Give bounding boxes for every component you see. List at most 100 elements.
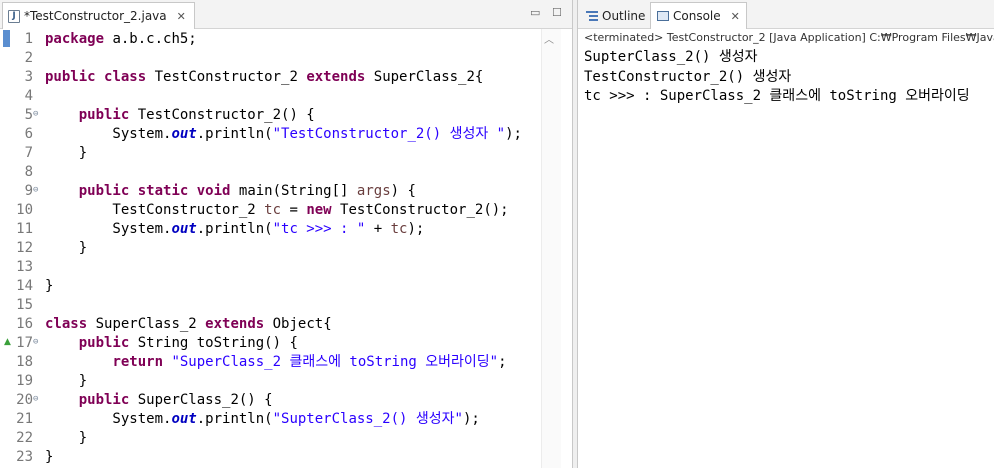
java-file-icon: J: [8, 9, 20, 23]
code-token: new: [306, 202, 332, 218]
code-line[interactable]: 6 System.out.println("TestConstructor_2(…: [0, 125, 560, 144]
console-status: <terminated> TestConstructor_2 [Java App…: [584, 31, 994, 44]
code-text: TestConstructor_2 tc = new TestConstruct…: [45, 201, 509, 220]
line-number: 16: [16, 316, 33, 332]
console-output[interactable]: SupterClass_2() 생성자 TestConstructor_2() 생…: [584, 48, 970, 107]
code-line[interactable]: 20 ⊖ public SuperClass_2() {: [0, 391, 560, 410]
code-line[interactable]: 5 ⊖ public TestConstructor_2() {: [0, 106, 560, 125]
editor-tab-bar: J *TestConstructor_2.java ✕ ▭ ☐: [0, 0, 572, 29]
line-number: 12: [16, 240, 33, 256]
console-icon: [657, 11, 669, 21]
line-number: 13: [16, 259, 33, 275]
close-icon[interactable]: ✕: [177, 10, 186, 23]
code-editor[interactable]: 1 package a.b.c.ch5; 2 3 public class TestCo…: [0, 29, 572, 468]
editor-scrollbar[interactable]: [541, 29, 561, 468]
code-text: public SuperClass_2() {: [45, 391, 273, 410]
line-number: 15: [16, 297, 33, 313]
code-line[interactable]: 10 TestConstructor_2 tc = new TestConstr…: [0, 201, 560, 220]
code-token: static: [137, 183, 189, 199]
line-number: 23: [16, 449, 33, 465]
line-number: 7: [24, 145, 33, 161]
code-token: return: [112, 354, 164, 370]
code-token: }: [45, 449, 54, 465]
code-token: Object{: [264, 316, 332, 332]
maximize-icon[interactable]: ☐: [552, 6, 562, 19]
code-line[interactable]: 16 class SuperClass_2 extends Object{: [0, 315, 560, 334]
code-line[interactable]: 13: [0, 258, 560, 277]
code-token: String toString() {: [129, 335, 298, 351]
code-token: out: [171, 221, 197, 237]
line-number: 4: [24, 88, 33, 104]
code-token: .println(: [196, 126, 273, 142]
tab-console-label: Console: [673, 9, 721, 23]
fold-toggle-icon[interactable]: ⊖: [33, 182, 38, 199]
code-token: ;: [498, 354, 507, 370]
tab-outline[interactable]: Outline: [580, 2, 651, 29]
code-text: }: [45, 429, 87, 448]
console-tab-bar: Outline Console ✕: [578, 0, 994, 29]
code-token: public: [78, 392, 130, 408]
code-token: args: [356, 183, 391, 199]
code-token: tc: [390, 221, 408, 237]
console-output-line: tc >>> : SuperClass_2 클래스에 toString 오버라이…: [584, 88, 970, 104]
fold-toggle-icon[interactable]: ⊖: [33, 334, 38, 351]
code-text: }: [45, 277, 53, 296]
code-token: TestConstructor_2: [146, 69, 307, 85]
outline-icon: [586, 10, 598, 22]
console-output-line: TestConstructor_2() 생성자: [584, 68, 792, 85]
minimize-icon[interactable]: ▭: [530, 6, 540, 19]
code-line[interactable]: 11 System.out.println("tc >>> : " + tc);: [0, 220, 560, 239]
code-line[interactable]: 7 }: [0, 144, 560, 163]
code-line[interactable]: 22 }: [0, 429, 560, 448]
code-text: public static void main(String[] args) {: [45, 182, 416, 201]
code-token: .println(: [196, 411, 273, 427]
code-token: );: [505, 126, 522, 142]
code-token: );: [407, 221, 425, 237]
code-text: class SuperClass_2 extends Object{: [45, 315, 332, 334]
code-token: public: [78, 183, 130, 199]
code-token: }: [45, 145, 88, 161]
code-token: SuperClass_2{: [365, 69, 484, 85]
line-number: 18: [16, 354, 33, 370]
code-line[interactable]: 4: [0, 87, 560, 106]
code-token: System.: [45, 126, 172, 142]
editor-pane: J *TestConstructor_2.java ✕ ▭ ☐ 1 package…: [0, 0, 573, 468]
close-icon[interactable]: ✕: [731, 10, 740, 23]
code-line[interactable]: 18 return "SuperClass_2 클래스에 toString 오버…: [0, 353, 560, 372]
scroll-up-icon[interactable]: ︿: [544, 31, 554, 46]
code-line[interactable]: 23}: [0, 448, 560, 467]
code-line[interactable]: 8: [0, 163, 560, 182]
code-line[interactable]: 19 }: [0, 372, 560, 391]
code-token: public: [78, 107, 130, 123]
code-token: System.: [45, 221, 172, 237]
fold-toggle-icon[interactable]: ⊖: [33, 391, 38, 408]
code-line[interactable]: 3 public class TestConstructor_2 extends …: [0, 68, 560, 87]
editor-tab[interactable]: J *TestConstructor_2.java ✕: [2, 2, 195, 29]
code-token: SuperClass_2() {: [129, 392, 273, 408]
tab-console[interactable]: Console ✕: [650, 2, 747, 29]
code-token: public: [78, 335, 130, 351]
code-line[interactable]: 14}: [0, 277, 560, 296]
code-token: TestConstructor_2();: [331, 202, 509, 218]
line-number: 9: [24, 183, 33, 199]
line-number: 10: [16, 202, 33, 218]
line-number: 2: [24, 50, 33, 66]
code-line[interactable]: 17 ⊖ public String toString() {: [0, 334, 560, 353]
code-line[interactable]: 21 System.out.println("SupterClass_2() 생…: [0, 410, 560, 429]
code-line[interactable]: 9 ⊖ public static void main(String[] args…: [0, 182, 560, 201]
code-line[interactable]: 2: [0, 49, 560, 68]
fold-toggle-icon[interactable]: ⊖: [33, 106, 38, 123]
code-token: }: [45, 373, 88, 389]
code-line[interactable]: 15: [0, 296, 560, 315]
code-token: =: [281, 202, 307, 218]
code-token: class: [45, 316, 88, 332]
code-line[interactable]: 12 }: [0, 239, 560, 258]
code-text: public TestConstructor_2() {: [45, 106, 315, 125]
code-token: out: [171, 411, 197, 427]
code-line[interactable]: 1 package a.b.c.ch5;: [0, 30, 560, 49]
